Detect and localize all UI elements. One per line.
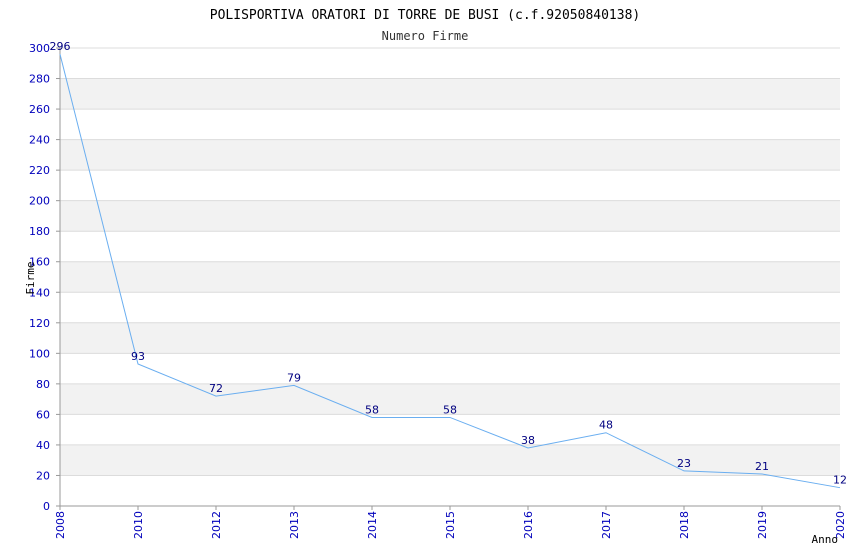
x-tick-label: 2015 [444, 511, 457, 539]
x-tick-label: 2010 [132, 511, 145, 539]
y-tick-label: 260 [29, 103, 50, 116]
x-tick-label: 2017 [600, 511, 613, 539]
data-label: 23 [677, 457, 691, 470]
data-label: 38 [521, 434, 535, 447]
x-tick-label: 2019 [756, 511, 769, 539]
data-label: 21 [755, 460, 769, 473]
plot-band [60, 48, 840, 79]
y-tick-label: 0 [43, 500, 50, 513]
plot-band [60, 414, 840, 445]
data-label: 58 [365, 403, 379, 416]
data-label: 79 [287, 371, 301, 384]
x-tick-label: 2013 [288, 511, 301, 539]
plot-band [60, 231, 840, 262]
y-tick-label: 20 [36, 469, 50, 482]
y-tick-label: 60 [36, 408, 50, 421]
x-tick-label: 2018 [678, 511, 691, 539]
plot-band [60, 475, 840, 506]
data-label: 296 [50, 40, 71, 53]
data-label: 72 [209, 382, 223, 395]
y-tick-label: 300 [29, 42, 50, 55]
plot-band [60, 444, 840, 476]
data-label: 58 [443, 403, 457, 416]
plot-band [60, 322, 840, 354]
line-chart: 0204060801001201401601802002202402602803… [24, 8, 847, 546]
y-tick-label: 100 [29, 347, 50, 360]
plot-band [60, 292, 840, 323]
y-axis-label: Firme [24, 261, 37, 294]
data-label: 48 [599, 419, 613, 432]
y-tick-label: 120 [29, 317, 50, 330]
x-tick-label: 2014 [366, 511, 379, 539]
y-tick-label: 280 [29, 73, 50, 86]
y-tick-label: 240 [29, 134, 50, 147]
y-tick-label: 200 [29, 195, 50, 208]
x-tick-label: 2016 [522, 511, 535, 539]
plot-band [60, 78, 840, 110]
x-axis-label: Anno [812, 533, 839, 546]
plot-band [60, 353, 840, 384]
chart-title: POLISPORTIVA ORATORI DI TORRE DE BUSI (c… [210, 8, 640, 23]
data-label: 93 [131, 350, 145, 363]
data-label: 12 [833, 474, 847, 487]
y-tick-label: 80 [36, 378, 50, 391]
plot-bands [60, 48, 840, 506]
y-tick-label: 220 [29, 164, 50, 177]
plot-band [60, 170, 840, 201]
y-tick-label: 40 [36, 439, 50, 452]
plot-band [60, 200, 840, 232]
plot-band [60, 261, 840, 293]
chart-subtitle: Numero Firme [382, 29, 469, 43]
plot-band [60, 109, 840, 140]
y-tick-label: 180 [29, 225, 50, 238]
x-tick-label: 2008 [54, 511, 67, 539]
x-axis-ticks: 2008 2010 2012 2013 2014 2015 2016 2017 2018 2019… [54, 506, 847, 539]
x-tick-label: 2012 [210, 511, 223, 539]
plot-band [60, 139, 840, 171]
